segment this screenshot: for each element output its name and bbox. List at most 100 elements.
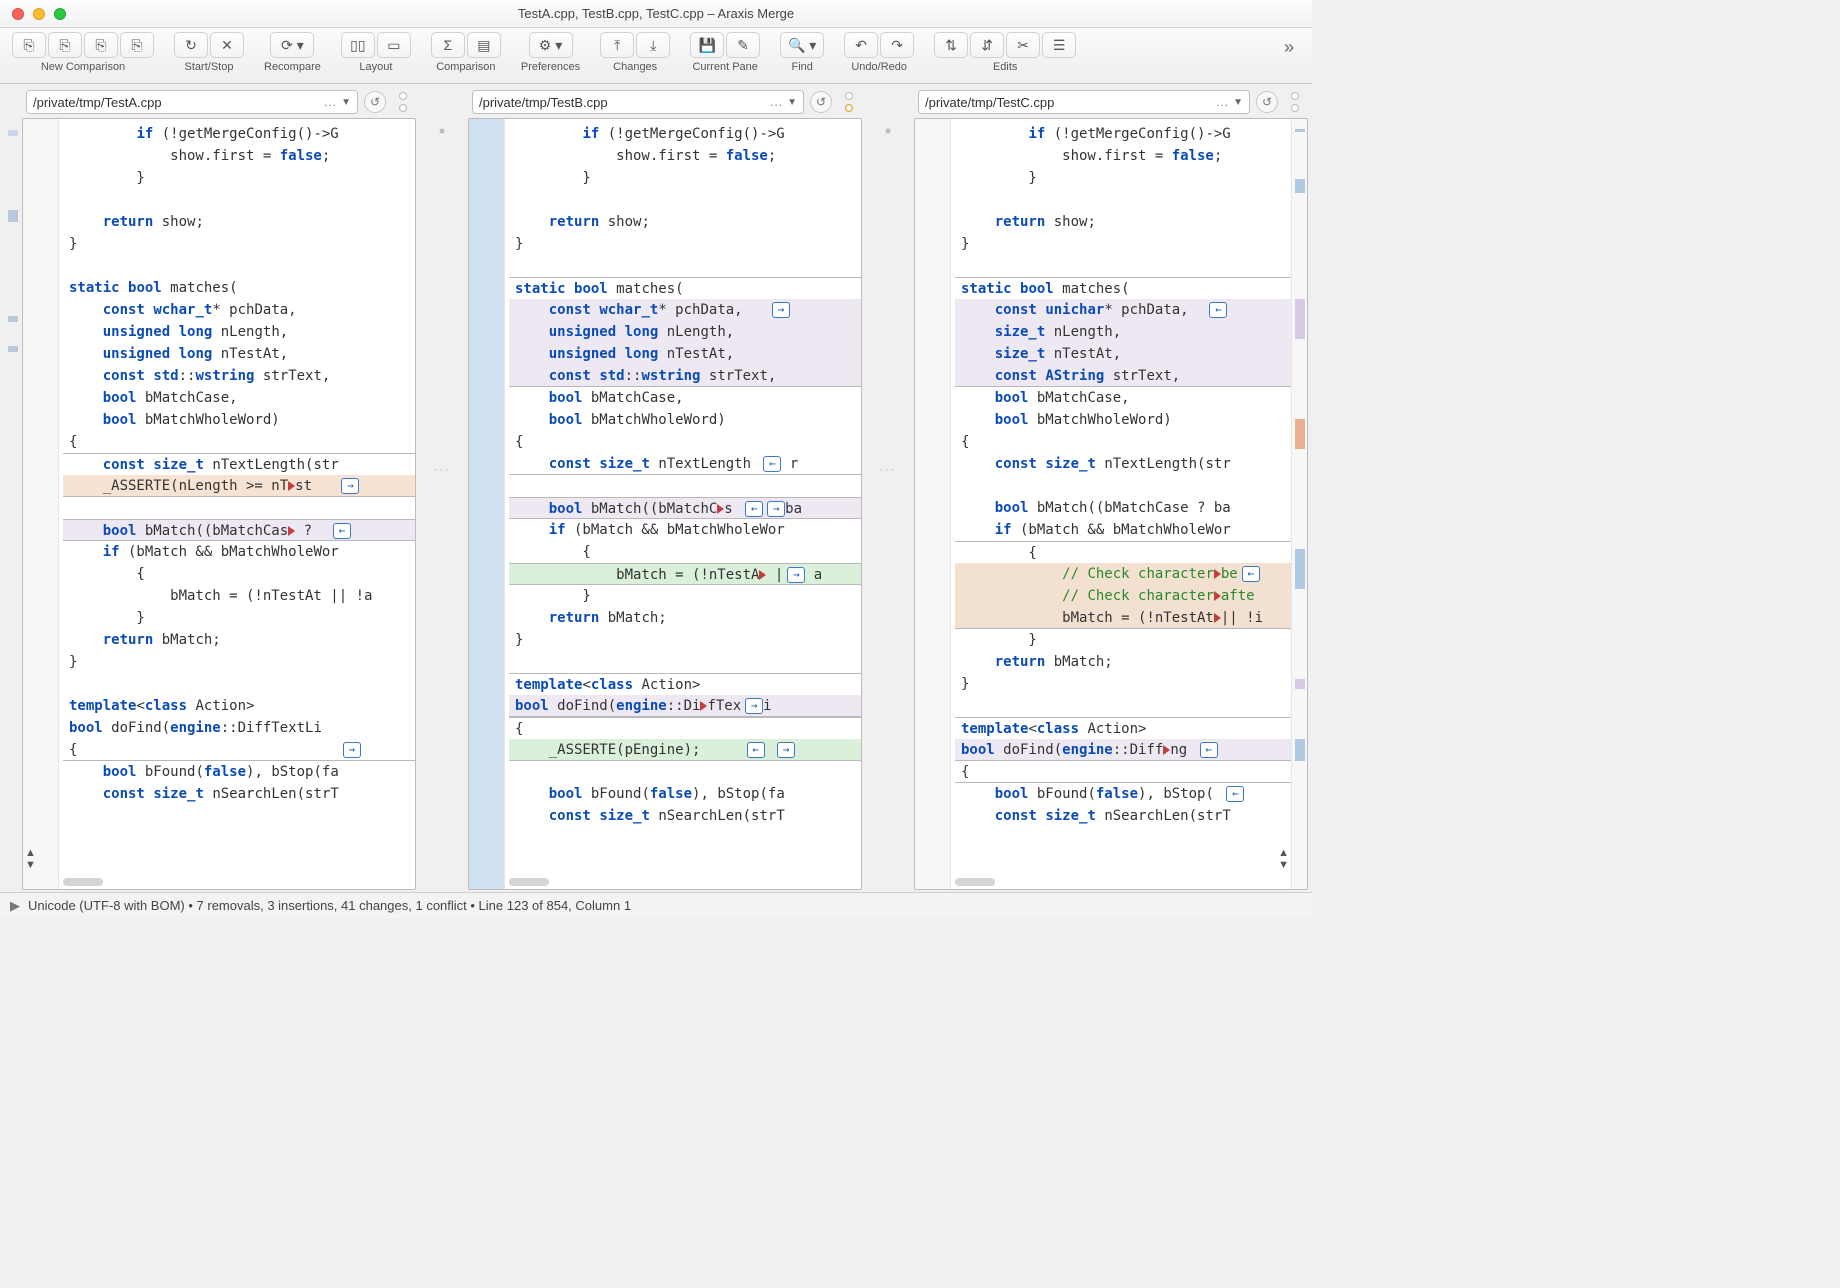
code-line[interactable]: const AString strText, <box>955 365 1291 387</box>
play-icon[interactable]: ▶ <box>10 898 20 914</box>
pane-a-history-button[interactable]: ↺ <box>364 91 386 113</box>
code-line[interactable]: { <box>509 541 861 563</box>
code-line[interactable] <box>955 255 1291 277</box>
code-line[interactable] <box>63 189 415 211</box>
code-line[interactable]: } <box>509 233 861 255</box>
redo-button[interactable]: ↷ <box>880 32 914 58</box>
code-line[interactable]: if (bMatch && bMatchWholeWor <box>63 541 415 563</box>
code-line[interactable]: if (!getMergeConfig()->G <box>955 123 1291 145</box>
chevron-down-icon[interactable]: ▼ <box>341 97 351 108</box>
pane-c-overview-ruler[interactable] <box>1291 119 1307 889</box>
merge-left-button[interactable]: ← <box>1226 786 1244 802</box>
new-file-compare-button[interactable]: ⎘ <box>48 32 82 58</box>
code-line[interactable]: unsigned long nTestAt, <box>509 343 861 365</box>
pane-b-code-view[interactable]: if (!getMergeConfig()->G show.first = fa… <box>505 119 861 889</box>
code-line[interactable]: } <box>955 629 1291 651</box>
new-folder-compare-button[interactable]: ⎘ <box>12 32 46 58</box>
comparison-summary-button[interactable]: Σ <box>431 32 465 58</box>
code-line[interactable]: static bool matches( <box>509 277 861 299</box>
code-line[interactable]: template<class Action> <box>63 695 415 717</box>
code-line[interactable] <box>63 497 415 519</box>
code-line[interactable]: const std::wstring strText, <box>509 365 861 387</box>
code-line[interactable]: bool bMatchCase, <box>63 387 415 409</box>
save-button[interactable]: 💾 <box>690 32 724 58</box>
merge-right-button[interactable]: → <box>787 567 805 583</box>
code-line[interactable]: // Check characterafte <box>955 585 1291 607</box>
code-line[interactable]: } <box>955 673 1291 695</box>
code-line[interactable]: bool doFind(engine::DifTex→i <box>509 695 861 717</box>
merge-left-button[interactable]: ← <box>1209 302 1227 318</box>
recompare-button[interactable]: ⟳ ▾ <box>270 32 314 58</box>
pane-c-path-input[interactable]: /private/tmp/TestC.cpp ... ▼ <box>918 90 1250 114</box>
code-line[interactable]: bool bMatchWholeWord) <box>63 409 415 431</box>
code-line[interactable]: unsigned long nLength, <box>63 321 415 343</box>
pane-c-hscroll[interactable] <box>955 877 1287 887</box>
merge-right-button[interactable]: → <box>772 302 790 318</box>
code-line[interactable]: bool doFind(engine::DiffTextLi <box>63 717 415 739</box>
merge-left-button[interactable]: ← <box>747 742 765 758</box>
merge-right-button[interactable]: → <box>341 478 359 494</box>
code-line[interactable]: if (bMatch && bMatchWholeWor <box>955 519 1291 541</box>
pane-c-code[interactable]: if (!getMergeConfig()->G show.first = fa… <box>914 118 1308 890</box>
code-line[interactable] <box>509 475 861 497</box>
stop-button[interactable]: ✕ <box>210 32 244 58</box>
nav-down-icon[interactable]: ▼ <box>25 859 36 871</box>
edit-button[interactable]: ✎ <box>726 32 760 58</box>
code-line[interactable]: bool bMatchWholeWord) <box>955 409 1291 431</box>
nav-up-icon[interactable]: ▲ <box>25 847 36 859</box>
code-line[interactable]: bool bMatch((bMatchCase ? ba <box>955 497 1291 519</box>
code-line[interactable]: { <box>509 717 861 739</box>
pane-b-hscroll[interactable] <box>509 877 841 887</box>
code-line[interactable]: bool bMatchCase, <box>509 387 861 409</box>
code-line[interactable]: unsigned long nTestAt, <box>63 343 415 365</box>
code-line[interactable]: } <box>63 651 415 673</box>
code-line[interactable] <box>63 673 415 695</box>
edit-4-button[interactable]: ☰ <box>1042 32 1076 58</box>
code-line[interactable]: return show; <box>509 211 861 233</box>
next-change-button[interactable]: ⤓ <box>636 32 670 58</box>
code-line[interactable] <box>955 189 1291 211</box>
code-line[interactable]: } <box>955 167 1291 189</box>
code-line[interactable]: show.first = false; <box>509 145 861 167</box>
code-line[interactable]: template<class Action> <box>955 717 1291 739</box>
code-line[interactable]: { <box>509 431 861 453</box>
code-line[interactable]: } <box>509 167 861 189</box>
code-line[interactable]: unsigned long nLength, <box>509 321 861 343</box>
code-line[interactable]: } <box>955 233 1291 255</box>
code-line[interactable]: bMatch = (!nTestA |→ a <box>509 563 861 585</box>
code-line[interactable]: const size_t nSearchLen(strT <box>955 805 1291 827</box>
preferences-button[interactable]: ⚙ ▾ <box>529 32 573 58</box>
code-line[interactable]: return bMatch; <box>955 651 1291 673</box>
code-line[interactable]: return show; <box>63 211 415 233</box>
code-line[interactable]: const size_t nTextLength ← r <box>509 453 861 475</box>
merge-left-button[interactable]: ← <box>745 501 763 517</box>
code-line[interactable]: } <box>63 607 415 629</box>
code-line[interactable]: show.first = false; <box>63 145 415 167</box>
code-line[interactable]: const size_t nSearchLen(strT <box>63 783 415 805</box>
merge-left-button[interactable]: ← <box>763 456 781 472</box>
pane-a-hscroll[interactable] <box>63 877 395 887</box>
nav-down-icon[interactable]: ▼ <box>1278 859 1289 871</box>
code-line[interactable]: _ASSERTE(pEngine); ← → <box>509 739 861 761</box>
pane-b-history-button[interactable]: ↺ <box>810 91 832 113</box>
code-line[interactable]: return bMatch; <box>63 629 415 651</box>
code-line[interactable]: template<class Action> <box>509 673 861 695</box>
pane-b-code[interactable]: if (!getMergeConfig()->G show.first = fa… <box>468 118 862 890</box>
start-button[interactable]: ↻ <box>174 32 208 58</box>
nav-up-icon[interactable]: ▲ <box>1278 847 1289 859</box>
code-line[interactable]: } <box>509 585 861 607</box>
pane-c-code-view[interactable]: if (!getMergeConfig()->G show.first = fa… <box>951 119 1291 889</box>
new-three-way-button[interactable]: ⎘ <box>84 32 118 58</box>
code-line[interactable]: { <box>955 761 1291 783</box>
code-line[interactable]: const wchar_t* pchData, <box>63 299 415 321</box>
code-line[interactable]: // Check characterbe← <box>955 563 1291 585</box>
code-line[interactable]: bool bFound(false), bStop( ← <box>955 783 1291 805</box>
code-line[interactable] <box>509 189 861 211</box>
pane-a-code[interactable]: if (!getMergeConfig()->G show.first = fa… <box>22 118 416 890</box>
code-line[interactable]: const unichar* pchData, ← <box>955 299 1291 321</box>
code-line[interactable]: const size_t nTextLength(str <box>63 453 415 475</box>
code-line[interactable]: bool bFound(false), bStop(fa <box>509 783 861 805</box>
code-line[interactable]: return bMatch; <box>509 607 861 629</box>
code-line[interactable]: _ASSERTE(nLength >= nTst → <box>63 475 415 497</box>
toolbar-overflow-button[interactable]: » <box>1278 36 1300 58</box>
